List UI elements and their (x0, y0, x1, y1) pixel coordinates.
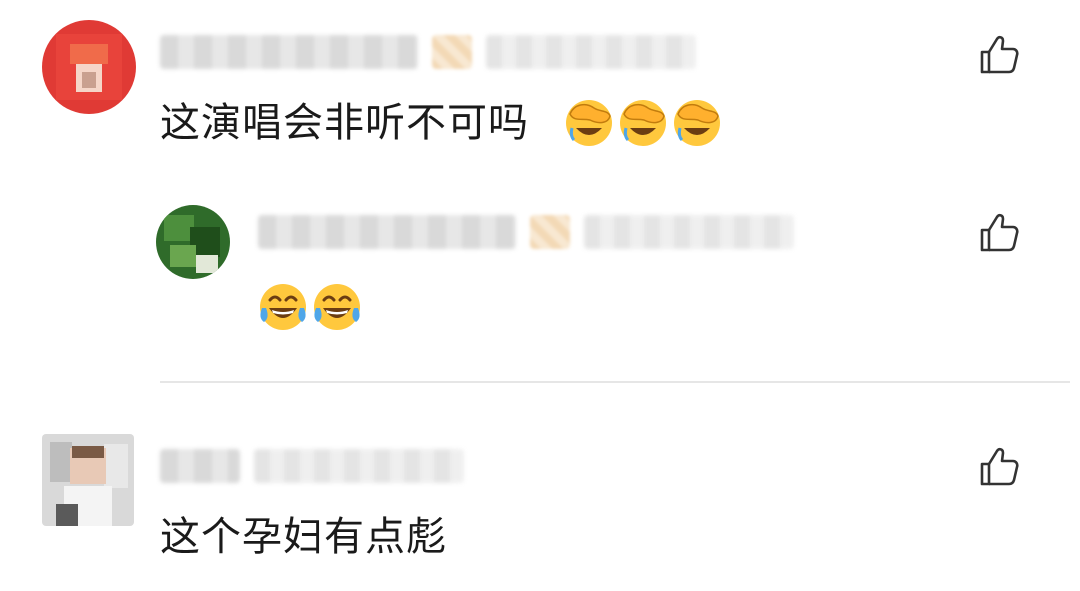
reply-user-avatar[interactable] (156, 205, 230, 279)
user-avatar[interactable] (42, 20, 136, 114)
comment-divider (160, 381, 1070, 383)
avatar-image (42, 20, 136, 114)
tears-of-joy-emoji-icon (260, 284, 306, 330)
comment-emojis (564, 98, 722, 148)
reply-location-time-redacted (584, 215, 794, 249)
reply-emojis (258, 282, 362, 332)
comment-item: 这演唱会非听不可吗 (0, 0, 1080, 380)
facepalm-laugh-emoji-icon (566, 100, 612, 146)
location-time-redacted (254, 449, 464, 483)
reply-badge-redacted (530, 215, 570, 249)
avatar-image (42, 434, 134, 526)
reply-meta (258, 212, 794, 252)
comment-text: 这个孕妇有点彪 (160, 514, 447, 560)
facepalm-laugh-emoji-icon (620, 100, 666, 146)
user-avatar[interactable] (42, 434, 134, 526)
comment-meta (160, 446, 464, 486)
comment-meta (160, 32, 696, 72)
facepalm-laugh-emoji-icon (674, 100, 720, 146)
thumbs-up-icon[interactable] (978, 212, 1020, 254)
comment-item: 这个孕妇有点彪 (0, 400, 1080, 591)
username-redacted[interactable] (160, 449, 240, 483)
avatar-image (156, 205, 230, 279)
username-redacted[interactable] (160, 35, 418, 69)
user-badge-redacted (432, 35, 472, 69)
tears-of-joy-emoji-icon (314, 284, 360, 330)
thumbs-up-icon[interactable] (978, 34, 1020, 76)
comment-text: 这演唱会非听不可吗 (160, 100, 529, 146)
location-time-redacted (486, 35, 696, 69)
thumbs-up-icon[interactable] (978, 446, 1020, 488)
reply-username-redacted[interactable] (258, 215, 516, 249)
